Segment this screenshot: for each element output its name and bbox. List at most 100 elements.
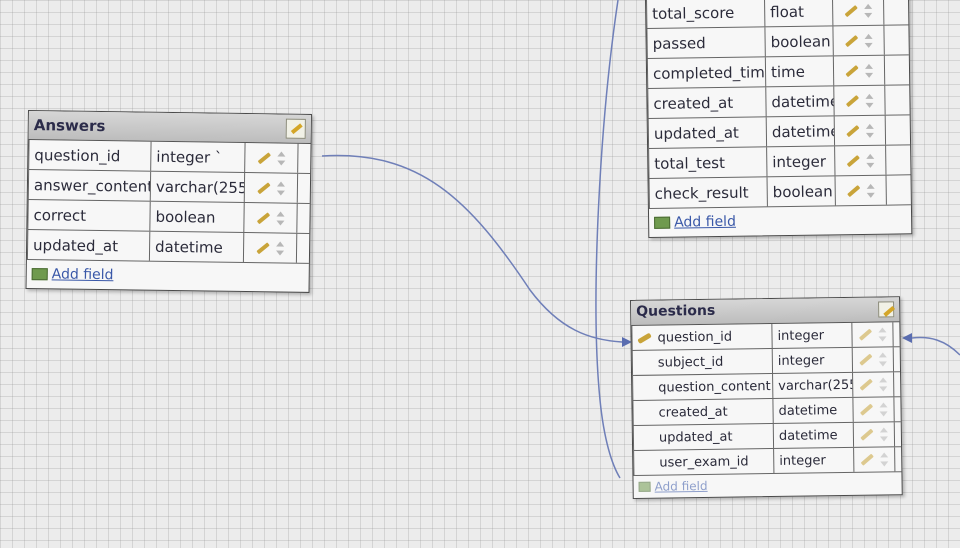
field-type[interactable]: datetime xyxy=(773,422,855,449)
add-field-link[interactable]: Add field xyxy=(27,260,309,292)
pencil-icon[interactable] xyxy=(845,64,859,77)
results-table[interactable]: total_score float passed boolean complet… xyxy=(645,0,913,238)
field-type[interactable]: time xyxy=(765,56,835,87)
field-name[interactable]: updated_at xyxy=(647,117,768,148)
pencil-icon[interactable] xyxy=(845,34,859,47)
table-row[interactable]: check_result boolean xyxy=(648,175,911,209)
table-row[interactable]: question_id integer ` xyxy=(28,140,311,174)
field-type[interactable]: boolean xyxy=(767,176,836,207)
diagram-canvas[interactable]: Answers question_id integer ` answer_con… xyxy=(0,0,960,548)
field-type[interactable]: varchar(255) xyxy=(773,372,854,399)
add-field-link[interactable]: Add field xyxy=(649,205,911,237)
field-name[interactable]: created_at xyxy=(647,87,767,118)
reorder-arrows-icon[interactable] xyxy=(865,63,873,77)
table-row[interactable]: updated_at datetime xyxy=(632,422,902,451)
table-row[interactable]: total_score float xyxy=(646,0,909,29)
pencil-icon[interactable] xyxy=(858,328,873,341)
pencil-icon[interactable] xyxy=(860,428,874,441)
field-name[interactable]: user_exam_id xyxy=(633,449,775,475)
pencil-icon[interactable] xyxy=(859,378,873,391)
questions-table-title: Questions xyxy=(636,302,716,320)
reorder-arrows-icon[interactable] xyxy=(276,241,284,255)
field-type[interactable]: float xyxy=(765,0,834,27)
field-name[interactable]: correct xyxy=(27,200,151,231)
pencil-icon[interactable] xyxy=(846,124,860,137)
edit-table-icon[interactable] xyxy=(285,118,306,139)
field-type[interactable]: boolean xyxy=(150,201,245,233)
reorder-arrows-icon[interactable] xyxy=(276,211,284,225)
pencil-icon[interactable] xyxy=(860,453,874,466)
field-type[interactable]: datetime xyxy=(766,86,835,117)
edit-table-icon[interactable] xyxy=(878,301,895,318)
table-row[interactable]: passed boolean xyxy=(646,25,909,59)
reorder-arrows-icon[interactable] xyxy=(867,183,875,197)
reorder-arrows-icon[interactable] xyxy=(878,327,886,341)
table-row[interactable]: created_at datetime xyxy=(632,397,901,426)
pencil-icon[interactable] xyxy=(256,241,270,254)
pencil-icon[interactable] xyxy=(257,181,271,194)
field-type[interactable]: datetime xyxy=(766,116,836,147)
add-field-label[interactable]: Add field xyxy=(674,214,736,231)
field-name[interactable]: updated_at xyxy=(26,230,151,261)
answers-table[interactable]: Answers question_id integer ` answer_con… xyxy=(25,110,312,293)
table-row[interactable]: created_at datetime xyxy=(647,85,910,119)
field-name[interactable]: passed xyxy=(646,27,766,58)
reorder-arrows-icon[interactable] xyxy=(865,93,873,107)
pencil-icon[interactable] xyxy=(845,94,860,107)
reorder-arrows-icon[interactable] xyxy=(879,402,887,416)
reorder-arrows-icon[interactable] xyxy=(277,181,285,195)
pencil-icon[interactable] xyxy=(846,154,860,167)
field-name[interactable]: created_at xyxy=(632,399,774,425)
pencil-icon[interactable] xyxy=(256,211,271,224)
reorder-arrows-icon[interactable] xyxy=(880,452,888,466)
field-type[interactable]: integer ` xyxy=(151,141,246,173)
pencil-icon[interactable] xyxy=(859,353,873,366)
field-name[interactable]: total_test xyxy=(648,147,768,178)
reorder-arrows-icon[interactable] xyxy=(277,151,285,165)
add-field-link[interactable]: Add field xyxy=(633,472,901,498)
field-name[interactable]: completed_time xyxy=(646,57,767,88)
pencil-icon[interactable] xyxy=(257,151,272,164)
field-type[interactable]: varchar(255) xyxy=(150,171,246,203)
questions-table-header[interactable]: Questions xyxy=(631,297,900,326)
field-type[interactable]: boolean xyxy=(765,26,834,57)
field-type[interactable]: integer xyxy=(767,146,836,177)
table-row[interactable]: question_content varchar(255) xyxy=(632,372,901,401)
table-row[interactable]: answer_content varchar(255) xyxy=(27,170,311,204)
reorder-arrows-icon[interactable] xyxy=(865,33,873,47)
table-row[interactable]: question_id integer xyxy=(631,322,900,351)
table-row[interactable]: total_test integer xyxy=(648,145,911,179)
reorder-arrows-icon[interactable] xyxy=(866,123,874,137)
add-field-label[interactable]: Add field xyxy=(52,266,114,283)
reorder-arrows-icon[interactable] xyxy=(864,3,872,17)
field-name[interactable]: updated_at xyxy=(632,424,775,450)
questions-table[interactable]: Questions question_id integer subject_id… xyxy=(630,296,903,499)
reorder-arrows-icon[interactable] xyxy=(879,352,887,366)
field-type[interactable]: datetime xyxy=(773,397,854,424)
table-row[interactable]: completed_time time xyxy=(646,55,910,89)
reorder-arrows-icon[interactable] xyxy=(866,153,874,167)
reorder-arrows-icon[interactable] xyxy=(880,427,888,441)
field-type[interactable]: datetime xyxy=(149,231,245,263)
field-name[interactable]: question_id xyxy=(631,324,773,350)
table-row[interactable]: updated_at datetime xyxy=(26,230,310,264)
field-type[interactable]: integer xyxy=(774,447,855,474)
table-row[interactable]: user_exam_id integer xyxy=(633,447,902,476)
table-row[interactable]: subject_id integer xyxy=(631,347,901,376)
field-name[interactable]: check_result xyxy=(648,177,768,208)
reorder-arrows-icon[interactable] xyxy=(879,377,887,391)
field-name[interactable]: question_id xyxy=(28,140,152,171)
field-type[interactable]: integer xyxy=(772,322,853,349)
answers-table-header[interactable]: Answers xyxy=(28,111,311,144)
pencil-icon[interactable] xyxy=(859,403,874,416)
pencil-icon[interactable] xyxy=(844,4,858,17)
field-type[interactable]: integer xyxy=(772,347,854,374)
add-field-label[interactable]: Add field xyxy=(655,479,708,494)
field-name[interactable]: subject_id xyxy=(631,349,774,375)
field-name[interactable]: question_content xyxy=(632,374,774,400)
field-name[interactable]: total_score xyxy=(646,0,766,28)
table-row[interactable]: correct boolean xyxy=(27,200,310,234)
pencil-icon[interactable] xyxy=(847,184,861,197)
field-name[interactable]: answer_content xyxy=(27,170,152,201)
table-row[interactable]: updated_at datetime xyxy=(647,115,911,149)
